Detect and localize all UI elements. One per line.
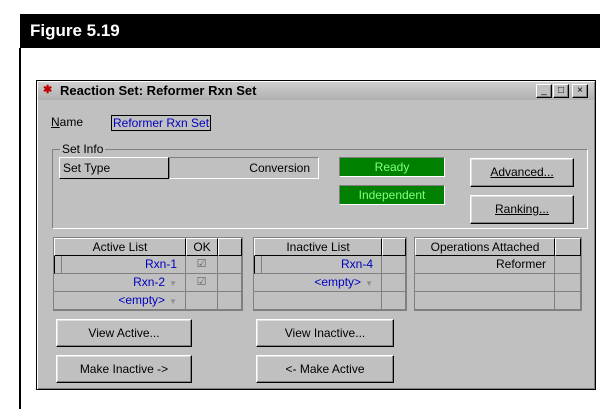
ranking-button[interactable]: Ranking...: [470, 195, 574, 224]
name-field[interactable]: Reformer Rxn Set: [91, 112, 583, 134]
maximize-button[interactable]: □: [553, 84, 569, 98]
ranking-button-label: Ranking...: [494, 202, 550, 216]
active-list-row-label: <empty>: [118, 293, 166, 307]
operations-row[interactable]: Reformer: [415, 256, 555, 274]
make-inactive-button[interactable]: Make Inactive ->: [56, 355, 192, 383]
ok-header: OK: [186, 238, 218, 256]
inactive-list-row[interactable]: <empty> ▼: [254, 274, 382, 292]
empty-cell: [186, 292, 218, 310]
set-info-legend: Set Info: [60, 142, 106, 156]
empty-cell: [254, 292, 382, 310]
close-button[interactable]: ×: [572, 84, 588, 98]
inactive-list-row-label: <empty>: [314, 275, 362, 289]
advanced-button-label: Advanced...: [490, 165, 554, 179]
empty-cell: [555, 274, 581, 292]
name-field-value: Reformer Rxn Set: [111, 115, 212, 131]
empty-cell: [382, 292, 406, 310]
active-list-row[interactable]: Rxn-2 ▼: [54, 274, 186, 292]
ok-checkbox[interactable]: ☑: [186, 274, 218, 292]
dropdown-arrow-icon[interactable]: ▼: [169, 297, 177, 306]
empty-cell: [218, 292, 242, 310]
inactive-list-header: Inactive List: [254, 238, 382, 256]
empty-cell: [382, 256, 406, 274]
active-list-header: Active List: [54, 238, 186, 256]
status-ready-badge: Ready: [339, 157, 445, 177]
view-inactive-button[interactable]: View Inactive...: [256, 319, 394, 347]
status-independent-badge: Independent: [339, 185, 445, 205]
figure-border-line: [19, 48, 21, 409]
inactive-list-row[interactable]: Rxn-4: [262, 256, 382, 274]
empty-cell: [415, 274, 555, 292]
empty-cell: [382, 274, 406, 292]
name-label-rest: ame: [59, 115, 84, 129]
operations-extra-header: [555, 238, 581, 256]
dropdown-arrow-icon[interactable]: ▼: [169, 279, 177, 288]
figure-title: Figure 5.19: [30, 21, 120, 40]
advanced-button[interactable]: Advanced...: [470, 158, 574, 187]
set-type-label: Set Type: [59, 157, 169, 179]
operations-header: Operations Attached: [415, 238, 555, 256]
empty-cell: [555, 256, 581, 274]
name-label-mnemonic: N: [51, 115, 60, 129]
inactive-list-extra-header: [382, 238, 406, 256]
empty-cell: [415, 292, 555, 310]
empty-cell: [218, 256, 242, 274]
window-title: Reaction Set: Reformer Rxn Set: [60, 83, 257, 98]
ok-checkbox[interactable]: ☑: [186, 256, 218, 274]
active-list-row[interactable]: Rxn-1: [62, 256, 186, 274]
minimize-button[interactable]: _: [536, 84, 552, 98]
set-type-value[interactable]: Conversion: [169, 157, 319, 179]
app-icon: ✱: [43, 84, 53, 96]
empty-cell: [218, 274, 242, 292]
view-active-button[interactable]: View Active...: [56, 319, 192, 347]
active-list-row-label: Rxn-2: [133, 275, 166, 289]
active-list-row[interactable]: <empty> ▼: [54, 292, 186, 310]
active-list-extra-header: [218, 238, 242, 256]
empty-cell: [555, 292, 581, 310]
name-label: Name: [51, 115, 83, 129]
row-indicator: [254, 256, 262, 274]
dropdown-arrow-icon[interactable]: ▼: [365, 279, 373, 288]
make-active-button[interactable]: <- Make Active: [256, 355, 394, 383]
row-indicator: [54, 256, 62, 274]
